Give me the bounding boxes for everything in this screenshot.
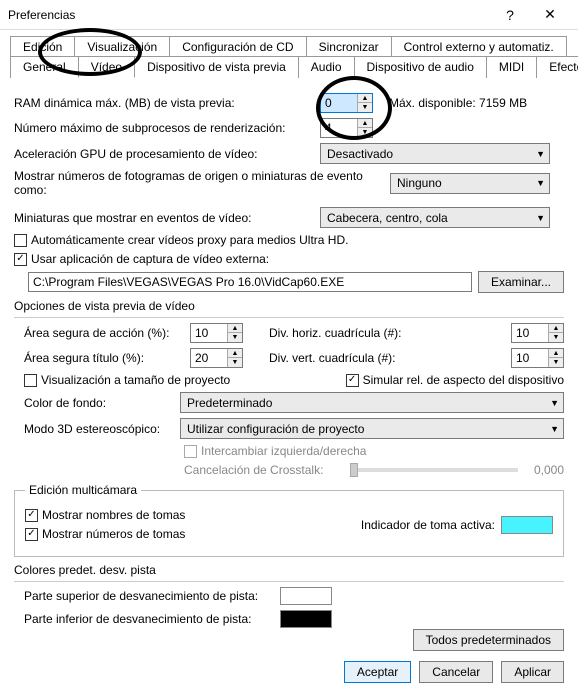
proxy-checkbox[interactable]: Automáticamente crear vídeos proxy para … <box>14 233 348 247</box>
chevron-down-icon: ▼ <box>536 213 545 223</box>
tab-audio[interactable]: Audio <box>298 56 355 78</box>
tab-dispositivo-de-vista-previa[interactable]: Dispositivo de vista previa <box>134 56 299 78</box>
multicam-fieldset: Edición multicámara ✓Mostrar nombres de … <box>14 483 564 557</box>
action-safe-label: Área segura de acción (%): <box>24 326 184 340</box>
threads-input[interactable] <box>321 119 357 137</box>
ram-spinner[interactable]: ▲▼ <box>320 93 373 113</box>
swap-lr-checkbox: Intercambiar izquierda/derecha <box>184 444 366 458</box>
close-button[interactable]: ✕ <box>530 1 570 29</box>
tab-content: RAM dinámica máx. (MB) de vista previa: … <box>0 78 578 637</box>
tab-sincronizar[interactable]: Sincronizar <box>306 36 392 57</box>
title-safe-input[interactable] <box>191 349 227 367</box>
thumbs-combo[interactable]: Cabecera, centro, cola ▼ <box>320 207 550 228</box>
spinner-buttons[interactable]: ▲▼ <box>357 119 372 137</box>
threads-spinner[interactable]: ▲▼ <box>320 118 373 138</box>
chevron-down-icon: ▼ <box>550 398 559 408</box>
tab-v-deo[interactable]: Vídeo <box>78 56 135 78</box>
threads-label: Número máximo de subprocesos de renderiz… <box>14 121 314 135</box>
bg-combo[interactable]: Predeterminado ▼ <box>180 392 564 413</box>
titlebar: Preferencias ? ✕ <box>0 0 578 30</box>
extcap-path-input[interactable] <box>28 272 472 292</box>
action-safe-input[interactable] <box>191 324 227 342</box>
preview-opts-title: Opciones de vista previa de vídeo <box>14 299 564 313</box>
ram-label: RAM dinámica máx. (MB) de vista previa: <box>14 96 314 110</box>
chevron-down-icon: ▼ <box>550 424 559 434</box>
tab-configuraci-n-de-cd[interactable]: Configuración de CD <box>169 36 306 57</box>
stereo-combo[interactable]: Utilizar configuración de proyecto ▼ <box>180 418 564 439</box>
tab-dispositivo-de-audio[interactable]: Dispositivo de audio <box>354 56 487 78</box>
gpu-combo[interactable]: Desactivado ▼ <box>320 143 550 164</box>
show-take-names-checkbox[interactable]: ✓Mostrar nombres de tomas <box>25 508 185 522</box>
ram-max: Máx. disponible: 7159 MB <box>389 96 527 110</box>
checkbox-box <box>14 234 27 247</box>
ok-button[interactable]: Aceptar <box>344 661 411 683</box>
tab-midi[interactable]: MIDI <box>486 56 537 78</box>
bg-label: Color de fondo: <box>24 396 174 410</box>
fade-bottom-label: Parte inferior de desvanecimiento de pis… <box>24 612 274 626</box>
cancel-button[interactable]: Cancelar <box>419 661 493 683</box>
tab-general[interactable]: General <box>10 56 79 78</box>
sim-aspect-checkbox[interactable]: ✓ Simular rel. de aspecto del dispositiv… <box>346 373 564 387</box>
grid-v-spinner[interactable]: ▲▼ <box>511 348 564 368</box>
browse-button[interactable]: Examinar... <box>478 271 564 293</box>
tab-visualizaci-n[interactable]: Visualización <box>74 36 170 57</box>
show-take-numbers-checkbox[interactable]: ✓Mostrar números de tomas <box>25 527 185 541</box>
stereo-label: Modo 3D estereoscópico: <box>24 422 174 436</box>
proj-size-checkbox[interactable]: Visualización a tamaño de proyecto <box>24 373 230 387</box>
frames-label: Mostrar números de fotogramas de origen … <box>14 169 384 197</box>
grid-h-input[interactable] <box>512 324 548 342</box>
track-colors-title: Colores predet. desv. pista <box>14 563 564 577</box>
fade-top-label: Parte superior de desvanecimiento de pis… <box>24 589 274 603</box>
active-take-label: Indicador de toma activa: <box>361 518 495 532</box>
grid-v-label: Div. vert. cuadrícula (#): <box>269 351 419 365</box>
title-safe-spinner[interactable]: ▲▼ <box>190 348 243 368</box>
crosstalk-label: Cancelación de Crosstalk: <box>184 463 334 477</box>
multicam-legend: Edición multicámara <box>25 483 141 497</box>
extcap-checkbox[interactable]: ✓ Usar aplicación de captura de vídeo ex… <box>14 252 269 266</box>
grid-h-spinner[interactable]: ▲▼ <box>511 323 564 343</box>
grid-h-label: Div. horiz. cuadrícula (#): <box>269 326 419 340</box>
crosstalk-slider <box>350 468 518 472</box>
crosstalk-value: 0,000 <box>534 463 564 477</box>
action-safe-spinner[interactable]: ▲▼ <box>190 323 243 343</box>
tab-control-externo-y-automatiz-[interactable]: Control externo y automatiz. <box>391 36 567 57</box>
frames-combo[interactable]: Ninguno ▼ <box>390 173 550 194</box>
thumbs-label: Miniaturas que mostrar en eventos de víd… <box>14 211 314 225</box>
gpu-label: Aceleración GPU de procesamiento de víde… <box>14 147 314 161</box>
active-take-swatch[interactable] <box>501 516 553 534</box>
spinner-buttons[interactable]: ▲▼ <box>357 94 372 112</box>
apply-button[interactable]: Aplicar <box>501 661 564 683</box>
title-safe-label: Área segura título (%): <box>24 351 184 365</box>
reset-all-button[interactable]: Todos predeterminados <box>413 629 564 651</box>
help-button[interactable]: ? <box>490 1 530 29</box>
dialog-buttons: Aceptar Cancelar Aplicar <box>344 661 564 683</box>
ram-input[interactable] <box>321 94 357 112</box>
tabs: EdiciónVisualizaciónConfiguración de CDS… <box>0 30 578 78</box>
chevron-down-icon: ▼ <box>536 178 545 188</box>
tab-edici-n[interactable]: Edición <box>10 36 75 57</box>
grid-v-input[interactable] <box>512 349 548 367</box>
fade-bottom-swatch[interactable] <box>280 610 332 628</box>
checkbox-box: ✓ <box>14 253 27 266</box>
tab-efectos-vst[interactable]: Efectos VST <box>536 56 578 78</box>
chevron-down-icon: ▼ <box>536 149 545 159</box>
window-title: Preferencias <box>8 8 490 22</box>
fade-top-swatch[interactable] <box>280 587 332 605</box>
